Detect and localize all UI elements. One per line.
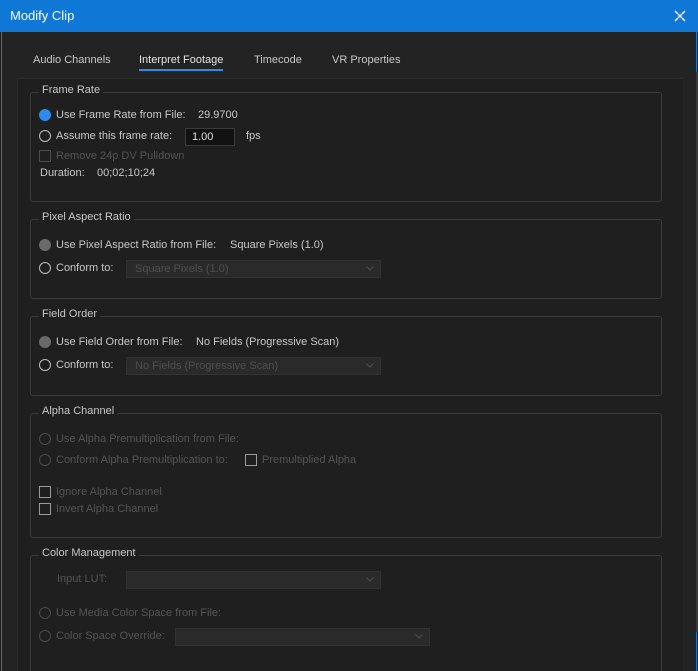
use-frame-rate-from-file-label: Use Frame Rate from File: — [56, 109, 186, 121]
radio-indicator — [39, 336, 51, 348]
invert-alpha-label: Invert Alpha Channel — [56, 503, 159, 515]
conform-alpha-premult-label: Conform Alpha Premultiplication to: — [56, 454, 228, 466]
tab-vr-properties[interactable]: VR Properties — [332, 54, 400, 66]
conform-field-order-dropdown[interactable]: No Fields (Progressive Scan) — [126, 357, 381, 375]
field-order-legend: Field Order — [39, 308, 101, 320]
use-field-order-from-file-radio[interactable]: Use Field Order from File: — [39, 336, 183, 348]
use-pixel-aspect-from-file-radio[interactable]: Use Pixel Aspect Ratio from File: — [39, 239, 216, 251]
radio-indicator — [39, 454, 51, 466]
radio-indicator — [39, 433, 51, 445]
premultiplied-alpha-checkbox: Premultiplied Alpha — [245, 454, 356, 466]
interpret-footage-panel: Frame Rate Use Frame Rate from File: 29.… — [17, 78, 683, 671]
file-pixel-aspect-value: Square Pixels (1.0) — [230, 239, 324, 251]
chevron-down-icon — [415, 634, 423, 639]
use-media-color-space-label: Use Media Color Space from File: — [56, 607, 222, 619]
conform-alpha-premult-radio: Conform Alpha Premultiplication to: — [39, 454, 228, 466]
dialog-body: Audio Channels Interpret Footage Timecod… — [1, 32, 698, 671]
use-alpha-premult-radio: Use Alpha Premultiplication from File: — [39, 433, 239, 445]
tab-timecode[interactable]: Timecode — [254, 54, 302, 66]
field-order-section: Field Order Use Field Order from File: N… — [30, 308, 662, 396]
pixel-aspect-ratio-legend: Pixel Aspect Ratio — [39, 211, 134, 223]
color-management-section: Color Management Input LUT: Use Media Co… — [30, 547, 662, 671]
conform-pixel-aspect-label: Conform to: — [56, 262, 114, 274]
conform-field-order-label: Conform to: — [56, 359, 114, 371]
color-space-override-radio: Color Space Override: — [39, 630, 165, 642]
window-title: Modify Clip — [10, 8, 75, 23]
fps-label: fps — [246, 130, 261, 142]
invert-alpha-checkbox: Invert Alpha Channel — [39, 503, 158, 515]
close-icon — [674, 10, 686, 22]
conform-pixel-aspect-value: Square Pixels (1.0) — [135, 263, 229, 275]
color-management-legend: Color Management — [39, 547, 139, 559]
conform-field-order-value: No Fields (Progressive Scan) — [135, 360, 279, 372]
close-button[interactable] — [662, 0, 698, 32]
alpha-channel-legend: Alpha Channel — [39, 405, 118, 417]
file-field-order-value: No Fields (Progressive Scan) — [196, 336, 340, 348]
radio-indicator — [39, 109, 51, 121]
chevron-down-icon — [366, 363, 374, 368]
radio-indicator — [39, 630, 51, 642]
alpha-channel-section: Alpha Channel Use Alpha Premultiplicatio… — [30, 405, 662, 538]
conform-field-order-radio[interactable]: Conform to: — [39, 359, 113, 371]
checkbox-indicator — [39, 486, 51, 498]
assume-frame-rate-input[interactable] — [185, 128, 235, 146]
checkbox-indicator — [245, 454, 257, 466]
radio-indicator — [39, 239, 51, 251]
chevron-down-icon — [366, 266, 374, 271]
conform-pixel-aspect-radio[interactable]: Conform to: — [39, 262, 113, 274]
premultiplied-alpha-label: Premultiplied Alpha — [262, 454, 357, 466]
input-lut-dropdown — [126, 571, 381, 589]
color-space-override-dropdown — [175, 628, 430, 646]
remove-pulldown-checkbox: Remove 24p DV Pulldown — [39, 150, 184, 162]
radio-indicator — [39, 130, 51, 142]
use-alpha-premult-label: Use Alpha Premultiplication from File: — [56, 433, 239, 445]
conform-pixel-aspect-dropdown[interactable]: Square Pixels (1.0) — [126, 260, 381, 278]
duration-label: Duration: — [40, 167, 85, 179]
radio-indicator — [39, 359, 51, 371]
checkbox-indicator — [39, 150, 51, 162]
use-frame-rate-from-file-radio[interactable]: Use Frame Rate from File: — [39, 109, 186, 121]
frame-rate-section: Frame Rate Use Frame Rate from File: 29.… — [30, 84, 662, 202]
tab-bar: Audio Channels Interpret Footage Timecod… — [2, 32, 696, 78]
use-pixel-aspect-from-file-label: Use Pixel Aspect Ratio from File: — [56, 239, 217, 251]
file-frame-rate-value: 29.9700 — [198, 109, 238, 121]
use-field-order-from-file-label: Use Field Order from File: — [56, 336, 183, 348]
tab-interpret-footage[interactable]: Interpret Footage — [139, 54, 224, 71]
radio-indicator — [39, 607, 51, 619]
color-space-override-label: Color Space Override: — [56, 630, 165, 642]
ignore-alpha-checkbox: Ignore Alpha Channel — [39, 486, 162, 498]
pixel-aspect-ratio-section: Pixel Aspect Ratio Use Pixel Aspect Rati… — [30, 211, 662, 299]
remove-pulldown-label: Remove 24p DV Pulldown — [56, 150, 185, 162]
checkbox-indicator — [39, 503, 51, 515]
assume-frame-rate-radio[interactable]: Assume this frame rate: — [39, 130, 172, 142]
tab-audio-channels[interactable]: Audio Channels — [33, 54, 111, 66]
assume-frame-rate-label: Assume this frame rate: — [56, 130, 173, 142]
input-lut-label: Input LUT: — [57, 573, 108, 585]
chevron-down-icon — [366, 577, 374, 582]
ignore-alpha-label: Ignore Alpha Channel — [56, 486, 162, 498]
title-bar: Modify Clip — [0, 0, 698, 32]
radio-indicator — [39, 262, 51, 274]
duration-value: 00;02;10;24 — [97, 167, 156, 179]
frame-rate-legend: Frame Rate — [39, 84, 104, 96]
use-media-color-space-radio: Use Media Color Space from File: — [39, 607, 221, 619]
